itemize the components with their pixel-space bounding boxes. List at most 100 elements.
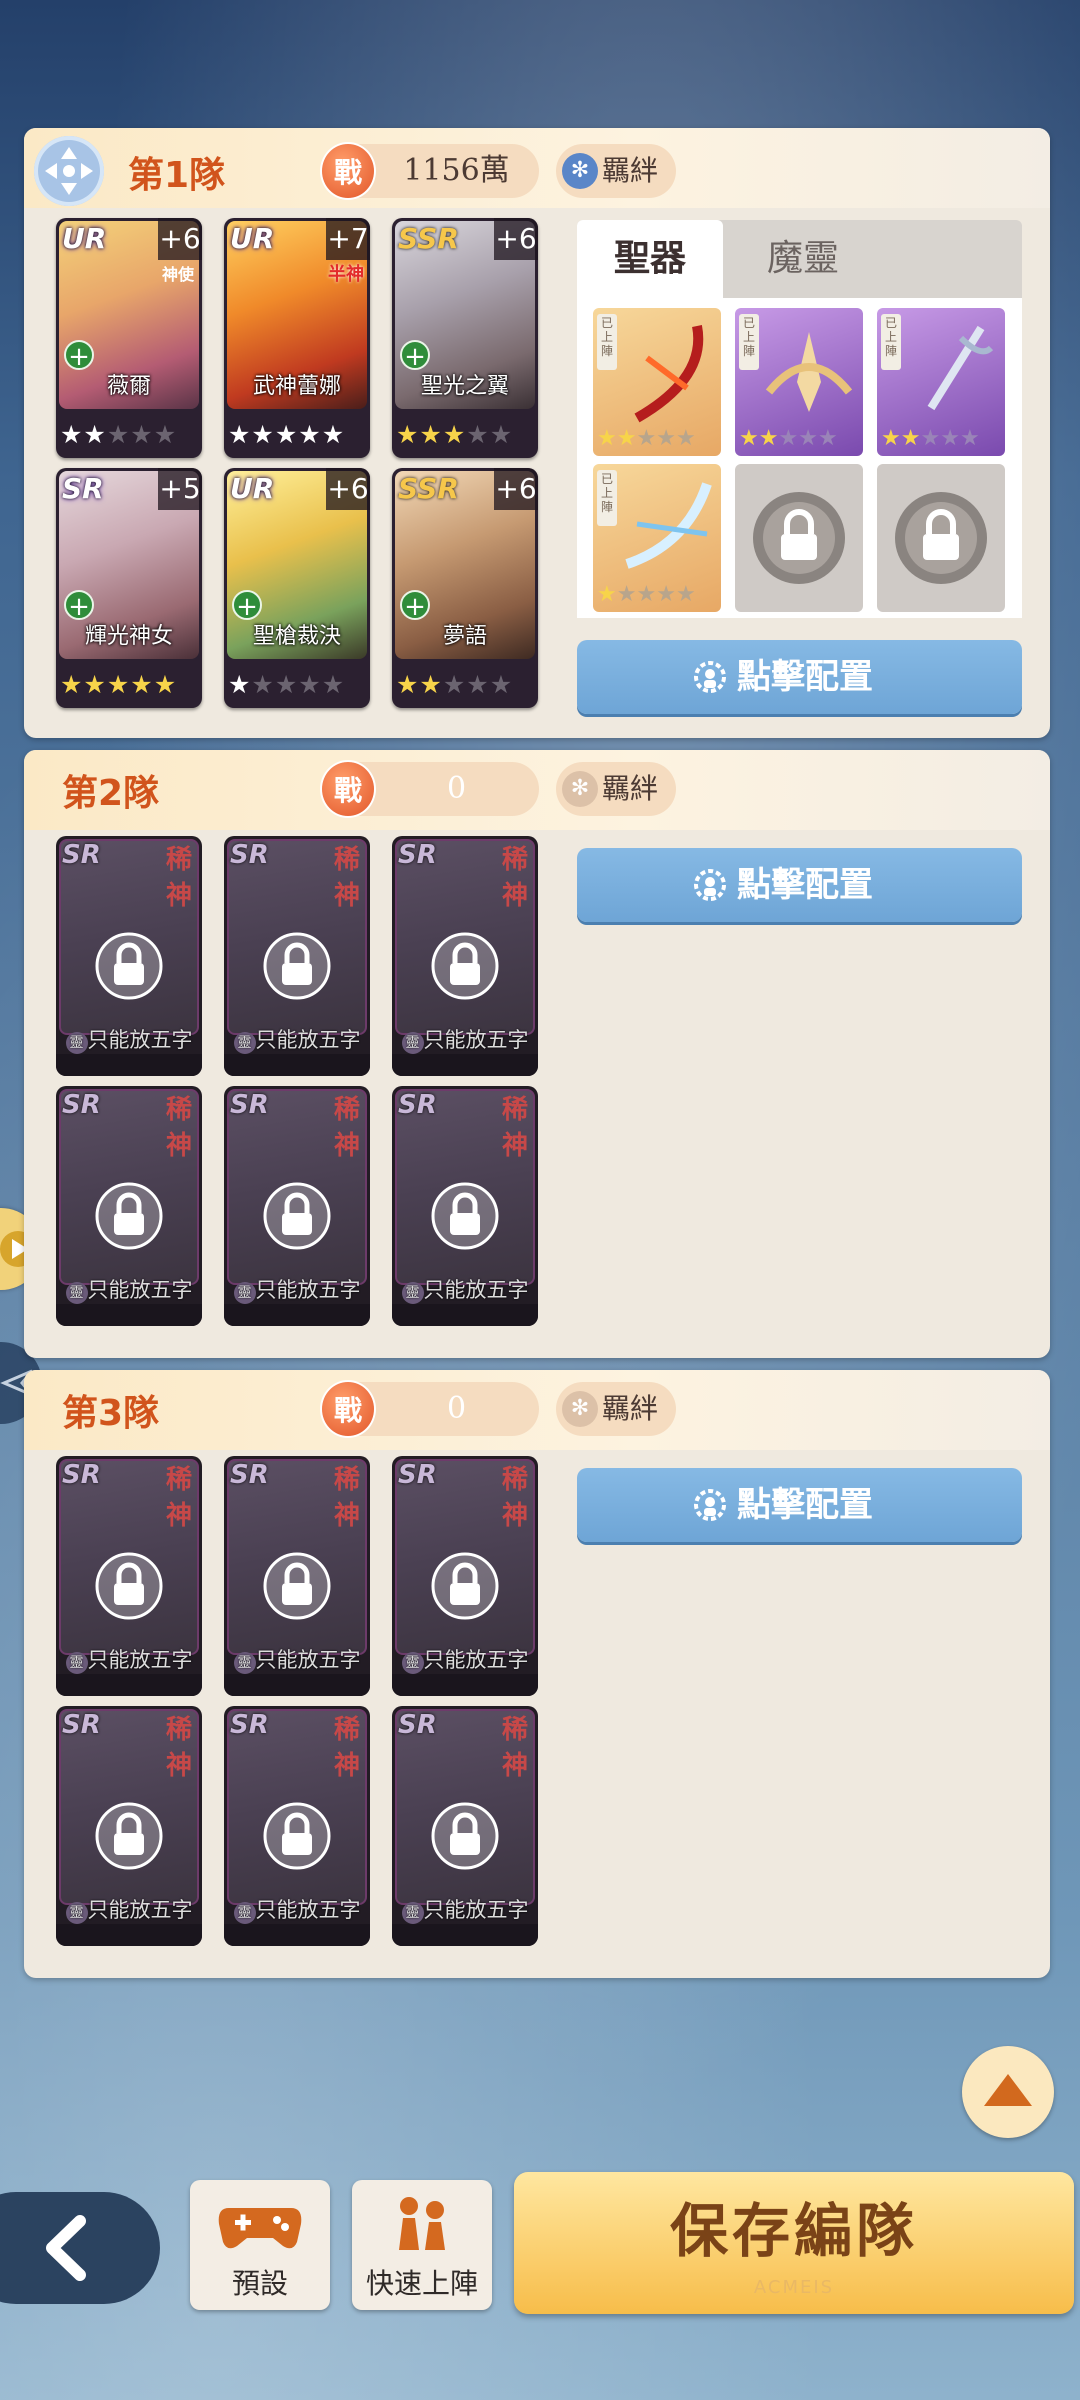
rarity-badge: SSR <box>398 472 459 505</box>
tab-holy-artifact[interactable]: 聖器 <box>577 220 723 298</box>
caption-badge: 靈 <box>401 1902 424 1924</box>
lock-icon <box>895 492 987 584</box>
slot-caption: 靈只能放五字 <box>392 1644 538 1674</box>
add-icon[interactable]: + <box>64 340 94 372</box>
rarity-badge: SR <box>398 1710 437 1740</box>
move-icon[interactable] <box>34 136 104 206</box>
character-card[interactable]: UR +7 半神 武神蕾娜 ★ ★ ★ ★ ★ <box>224 218 370 458</box>
snowflake-icon: ✻ <box>562 153 598 189</box>
character-card[interactable]: UR +6 + 聖槍裁決 ★ ★ ★ ★ ★ <box>224 468 370 708</box>
rarity-badge: SR <box>62 472 104 505</box>
add-icon[interactable]: + <box>232 590 262 622</box>
caption-badge: 靈 <box>65 1652 88 1674</box>
enhance-level: +6 <box>326 468 370 510</box>
character-card[interactable]: UR +6 神使 + 薇爾 ★ ★ ★ ★ ★ <box>56 218 202 458</box>
gear-person-icon <box>694 661 726 693</box>
equipment-slot[interactable]: 已上陣 ★ ★ ★ ★ ★ <box>593 308 721 456</box>
enhance-level: +6 <box>494 468 538 510</box>
locked-character-slot: SR 稀神 靈只能放五字 <box>224 836 370 1076</box>
enhance-level: +6 <box>494 218 538 260</box>
star-rating: ★ ★ ★ ★ ★ <box>396 670 513 699</box>
add-icon[interactable]: + <box>64 590 94 622</box>
team-3-bond-button[interactable]: ✻ 羈絆 <box>556 1382 676 1436</box>
rarity-badge: SR <box>398 840 437 870</box>
scroll-top-button[interactable] <box>962 2046 1054 2138</box>
class-seal: 稀神 <box>498 1092 532 1168</box>
save-sublabel: ACMEIS <box>753 2277 835 2298</box>
caption-badge: 靈 <box>233 1902 256 1924</box>
caption-text: 只能放五字 <box>423 1898 529 1922</box>
slot-caption: 靈只能放五字 <box>56 1274 202 1304</box>
back-button[interactable] <box>0 2192 160 2304</box>
card-footer <box>392 1054 538 1076</box>
team-1-config-button[interactable]: 點擊配置 <box>577 640 1022 714</box>
lock-icon <box>95 1552 163 1620</box>
card-footer <box>224 1674 370 1696</box>
seal-top: 稀 <box>165 1465 192 1495</box>
locked-character-slot: SR 稀神 靈只能放五字 <box>56 1456 202 1696</box>
character-name: 薇爾 <box>106 374 151 399</box>
battle-power-icon: 戰 <box>320 142 376 200</box>
team-3-title: 第3隊 <box>62 1393 160 1434</box>
caption-text: 只能放五字 <box>87 1028 193 1052</box>
card-footer <box>224 1924 370 1946</box>
preset-button[interactable]: 預設 <box>190 2180 330 2310</box>
seal-bottom: 神 <box>501 1751 528 1781</box>
star-rating: ★ ★ ★ ★ ★ <box>60 670 177 699</box>
rarity-badge: SR <box>62 1090 101 1120</box>
caption-badge: 靈 <box>65 1282 88 1304</box>
character-card[interactable]: SR +5 + 輝光神女 ★ ★ ★ ★ ★ <box>56 468 202 708</box>
equipment-slot[interactable]: 已上陣 ★ ★ ★ ★ ★ <box>877 308 1005 456</box>
add-icon[interactable]: + <box>400 340 430 372</box>
add-icon[interactable]: + <box>400 590 430 622</box>
enhance-level: +7 <box>326 218 370 260</box>
slot-caption: 靈只能放五字 <box>224 1644 370 1674</box>
slot-caption: 靈只能放五字 <box>392 1024 538 1054</box>
rarity-badge: SR <box>398 1090 437 1120</box>
lock-icon <box>753 492 845 584</box>
locked-character-slot: SR 稀神 靈只能放五字 <box>392 1086 538 1326</box>
seal-bottom: 神 <box>501 1131 528 1161</box>
team-1-bond-button[interactable]: ✻ 羈絆 <box>556 144 676 198</box>
team-2-config-button[interactable]: 點擊配置 <box>577 848 1022 922</box>
card-footer <box>56 1924 202 1946</box>
tab-demon-spirit[interactable]: 魔靈 <box>723 220 883 298</box>
card-footer <box>392 1674 538 1696</box>
enhance-level: +5 <box>158 468 202 510</box>
snowflake-icon: ✻ <box>562 771 598 807</box>
caption-text: 只能放五字 <box>87 1648 193 1672</box>
caption-badge: 靈 <box>401 1282 424 1304</box>
caption-badge: 靈 <box>65 1032 88 1054</box>
equipment-slot[interactable]: 已上陣 ★ ★ ★ ★ ★ <box>593 464 721 612</box>
locked-equipment-slot <box>877 464 1005 612</box>
team-2-power-value: 0 <box>446 771 467 806</box>
seal-top: 稀 <box>501 845 528 875</box>
quick-deploy-button[interactable]: 快速上陣 <box>352 2180 492 2310</box>
slot-caption: 靈只能放五字 <box>56 1644 202 1674</box>
seal-top: 稀 <box>333 845 360 875</box>
save-team-button[interactable]: 保存編隊 ACMEIS <box>514 2172 1074 2314</box>
equipment-slot[interactable]: 已上陣 ★ ★ ★ ★ ★ <box>735 308 863 456</box>
config-label: 點擊配置 <box>737 657 873 697</box>
seal-top: 稀 <box>165 845 192 875</box>
crimson-bow-icon <box>634 325 704 423</box>
slot-caption: 靈只能放五字 <box>224 1894 370 1924</box>
lock-icon <box>263 932 331 1000</box>
locked-character-slot: SR 稀神 靈只能放五字 <box>224 1456 370 1696</box>
character-card[interactable]: SSR +6 + 聖光之翼 ★ ★ ★ ★ ★ <box>392 218 538 458</box>
character-name: 聖光之翼 <box>420 374 509 399</box>
team-2-bond-button[interactable]: ✻ 羈絆 <box>556 762 676 816</box>
enhance-level: +6 <box>158 218 202 260</box>
team-2-panel: 第2隊 戰 0 ✻ 羈絆 SR 稀神 靈只能放五字 SR 稀神 靈只能放五字 S… <box>24 750 1050 1358</box>
config-label: 點擊配置 <box>737 1485 873 1525</box>
seal-bottom: 神 <box>333 1131 360 1161</box>
star-rating: ★ ★ ★ ★ ★ <box>597 426 696 451</box>
locked-character-slot: SR 稀神 靈只能放五字 <box>392 1456 538 1696</box>
character-card[interactable]: SSR +6 + 夢語 ★ ★ ★ ★ ★ <box>392 468 538 708</box>
team-3-config-button[interactable]: 點擊配置 <box>577 1468 1022 1542</box>
rarity-badge: SR <box>62 1460 101 1490</box>
seal-top: 稀 <box>333 1465 360 1495</box>
chess-pieces-icon <box>399 2197 445 2250</box>
config-label: 點擊配置 <box>737 865 873 905</box>
seal-top: 稀 <box>501 1715 528 1745</box>
